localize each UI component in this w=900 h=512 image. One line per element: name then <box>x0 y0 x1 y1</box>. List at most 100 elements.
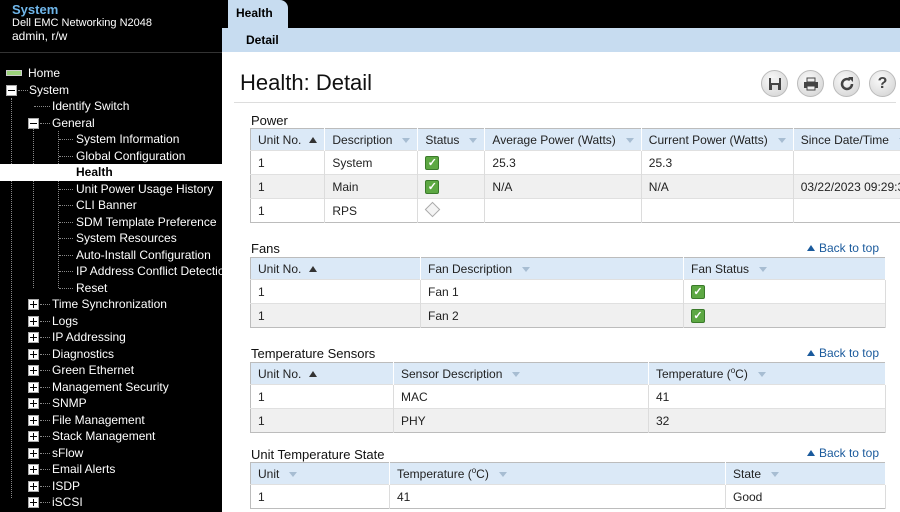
table-row: 1 Main ✓ N/A N/A 03/22/2023 09:29:39 <box>250 174 900 199</box>
sort-icon <box>522 266 531 272</box>
sidebar-item-diagnostics[interactable]: Diagnostics <box>0 346 222 363</box>
col-unit-no[interactable]: Unit No. <box>250 128 326 151</box>
collapse-icon[interactable] <box>28 117 39 129</box>
sidebar-item-isdp[interactable]: ISDP <box>0 478 222 495</box>
sidebar-item-ip-conflict[interactable]: IP Address Conflict Detection <box>0 263 222 280</box>
sidebar-item-cli-banner[interactable]: CLI Banner <box>0 197 222 214</box>
save-icon[interactable] <box>761 70 788 97</box>
refresh-icon[interactable] <box>833 70 860 97</box>
sidebar-item-file-management[interactable]: File Management <box>0 412 222 429</box>
col-average-power[interactable]: Average Power (Watts) <box>484 128 642 151</box>
sidebar-item-global-configuration[interactable]: Global Configuration <box>0 148 222 165</box>
expand-icon[interactable] <box>28 348 39 360</box>
sidebar-item-label: Logs <box>52 313 79 328</box>
temp-sensors-section-title: Temperature Sensors <box>251 346 376 361</box>
col-temperature[interactable]: Temperature (oC) <box>389 462 726 485</box>
sidebar-item-health[interactable]: Health <box>0 164 222 181</box>
sidebar-item-email-alerts[interactable]: Email Alerts <box>0 461 222 478</box>
col-fan-status[interactable]: Fan Status <box>683 257 886 280</box>
sidebar-item-logs[interactable]: Logs <box>0 313 222 330</box>
sidebar-item-system-resources[interactable]: System Resources <box>0 230 222 247</box>
help-icon[interactable]: ? <box>869 70 896 97</box>
sort-icon <box>771 471 780 477</box>
expand-icon[interactable] <box>28 315 39 327</box>
sidebar-item-label: Email Alerts <box>52 462 116 476</box>
back-to-top-link[interactable]: Back to top <box>806 241 879 255</box>
nav-tree: Home System Identify Switch General Syst… <box>0 65 222 511</box>
sidebar-item-sflow[interactable]: sFlow <box>0 445 222 462</box>
power-table: Unit No. Description Status Average Powe… <box>250 128 900 223</box>
main-content: Health: Detail ? Power Unit No. Descript… <box>226 52 900 512</box>
sidebar-item-label: iSCSI <box>52 495 83 509</box>
status-not-present-icon <box>425 201 441 217</box>
sidebar-item-unit-power-usage-history[interactable]: Unit Power Usage History <box>0 181 222 198</box>
toolbar: ? <box>761 70 896 97</box>
sort-icon <box>498 472 507 477</box>
expand-icon[interactable] <box>28 414 39 426</box>
fans-table: Unit No. Fan Description Fan Status 1 Fa… <box>250 257 886 328</box>
col-state[interactable]: State <box>725 462 886 485</box>
expand-icon[interactable] <box>28 398 39 409</box>
sidebar-item-auto-install[interactable]: Auto-Install Configuration <box>0 247 222 264</box>
sidebar-item-label: Identify Switch <box>52 99 130 113</box>
sort-icon <box>512 371 521 377</box>
sidebar-item-label: General <box>52 115 95 130</box>
up-arrow-icon <box>806 350 815 356</box>
sidebar-item-label: IP Addressing <box>52 330 126 344</box>
sidebar-item-identify-switch[interactable]: Identify Switch <box>0 98 222 115</box>
col-sensor-description[interactable]: Sensor Description <box>393 362 649 385</box>
sidebar-item-label: Auto-Install Configuration <box>76 247 211 262</box>
expand-icon[interactable] <box>28 332 39 343</box>
table-row: 1 MAC 41 <box>250 384 886 409</box>
col-status[interactable]: Status <box>417 128 486 151</box>
back-to-top-link[interactable]: Back to top <box>806 446 879 460</box>
sidebar-item-system[interactable]: System <box>0 82 222 99</box>
table-row: 1 PHY 32 <box>250 408 886 433</box>
expand-icon[interactable] <box>28 431 39 442</box>
col-fan-description[interactable]: Fan Description <box>420 257 684 280</box>
col-unit-no[interactable]: Unit No. <box>250 257 421 280</box>
collapse-icon[interactable] <box>6 84 17 96</box>
sidebar-item-label: ISDP <box>52 478 81 493</box>
sidebar-item-time-sync[interactable]: Time Synchronization <box>0 296 222 313</box>
col-since-date[interactable]: Since Date/Time <box>793 128 900 151</box>
up-arrow-icon <box>806 245 815 251</box>
sidebar-item-iscsi[interactable]: iSCSI <box>0 494 222 511</box>
expand-icon[interactable] <box>28 381 39 393</box>
print-icon[interactable] <box>797 70 824 97</box>
expand-icon[interactable] <box>28 480 39 492</box>
sidebar-item-general[interactable]: General <box>0 115 222 132</box>
tab-health[interactable]: Health <box>228 0 288 28</box>
system-label[interactable]: System <box>12 3 222 17</box>
col-description[interactable]: Description <box>324 128 419 151</box>
sidebar-item-reset[interactable]: Reset <box>0 280 222 297</box>
sidebar-item-green-ethernet[interactable]: Green Ethernet <box>0 362 222 379</box>
sidebar-item-home[interactable]: Home <box>0 65 222 82</box>
col-current-power[interactable]: Current Power (Watts) <box>641 128 794 151</box>
col-unit-no[interactable]: Unit No. <box>250 362 394 385</box>
expand-icon[interactable] <box>28 497 39 508</box>
sidebar-item-snmp[interactable]: SNMP <box>0 395 222 412</box>
sidebar-item-label: Global Configuration <box>76 148 186 163</box>
table-row: 1 Fan 1 ✓ <box>250 279 886 304</box>
sidebar-item-ip-addressing[interactable]: IP Addressing <box>0 329 222 346</box>
expand-icon[interactable] <box>28 299 39 310</box>
sidebar-item-management-security[interactable]: Management Security <box>0 379 222 396</box>
sidebar-item-label: IP Address Conflict Detection <box>76 264 222 278</box>
sidebar-header: System Dell EMC Networking N2048 admin, … <box>0 0 222 53</box>
top-bar: Health Detail <box>222 0 900 52</box>
sidebar-item-sdm-template[interactable]: SDM Template Preference <box>0 214 222 231</box>
sidebar-item-stack-management[interactable]: Stack Management <box>0 428 222 445</box>
sidebar-item-system-information[interactable]: System Information <box>0 131 222 148</box>
expand-icon[interactable] <box>28 464 39 475</box>
col-temperature[interactable]: Temperature (oC) <box>648 362 886 385</box>
back-to-top-link[interactable]: Back to top <box>806 346 879 360</box>
expand-icon[interactable] <box>28 365 39 376</box>
sort-asc-icon <box>309 370 318 377</box>
tab-detail[interactable]: Detail <box>246 33 279 47</box>
sidebar-item-label: Stack Management <box>52 429 156 443</box>
status-ok-icon: ✓ <box>691 285 705 299</box>
expand-icon[interactable] <box>28 447 39 459</box>
col-unit[interactable]: Unit <box>250 462 390 485</box>
up-arrow-icon <box>806 450 815 456</box>
